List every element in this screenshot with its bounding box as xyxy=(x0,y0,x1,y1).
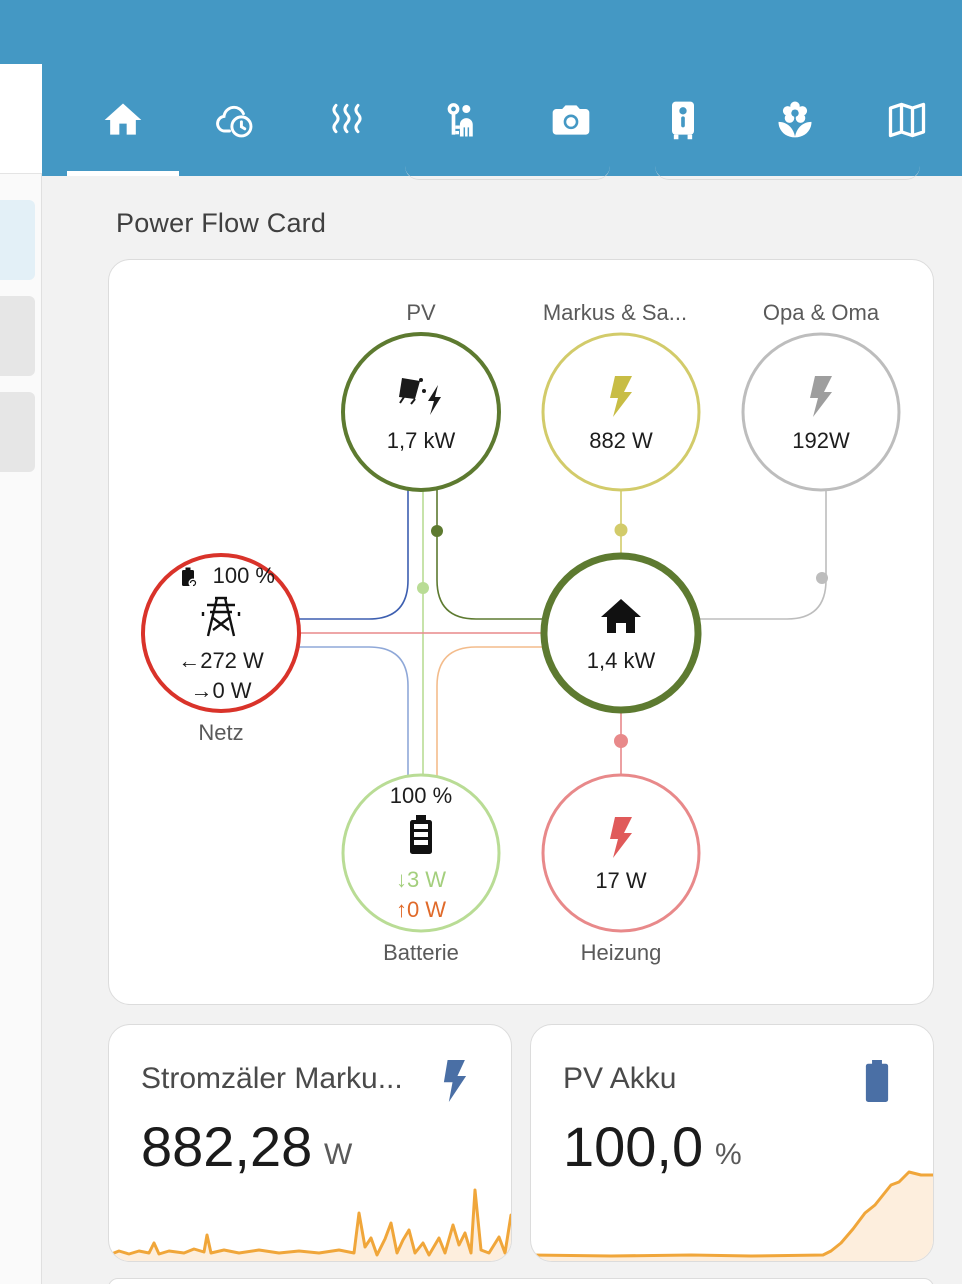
flow-line-battery-home xyxy=(436,646,543,776)
flow-line-home-individual2 xyxy=(699,491,827,620)
sensor-title: Stromzäler Marku... xyxy=(141,1062,403,1095)
grid-import: ←272 W xyxy=(141,648,301,674)
flash-icon xyxy=(443,1060,467,1102)
grid-import-value: 272 W xyxy=(200,648,264,673)
grid-export: →0 W xyxy=(141,678,301,704)
battery-out-value: 0 W xyxy=(406,897,447,922)
pv-node xyxy=(341,332,501,492)
grid-export-value: 0 W xyxy=(212,678,252,703)
individual2-value: 192W xyxy=(792,428,850,453)
battery-label: Batterie xyxy=(383,940,459,965)
battery-out: ↑0 W xyxy=(341,897,501,923)
home-value: 1,4 kW xyxy=(586,648,656,673)
sensor-unit: W xyxy=(324,1138,353,1171)
battery-in: ↓3 W xyxy=(341,867,501,893)
individual1-value: 882 W xyxy=(589,428,653,453)
flow-dot xyxy=(816,572,828,584)
pv-value: 1,7 kW xyxy=(386,428,456,453)
flow-dot xyxy=(614,734,628,748)
arrow-down-icon: ↓ xyxy=(395,867,407,892)
sensor-unit: % xyxy=(715,1138,742,1171)
individual2-node xyxy=(741,332,901,492)
flow-line-grid-battery xyxy=(299,646,409,776)
card-edge xyxy=(108,1278,934,1284)
sensor-value: 100,0 xyxy=(563,1115,704,1178)
individual1-node xyxy=(541,332,701,492)
heating-node xyxy=(541,773,701,933)
grid-soc: 100 % xyxy=(212,563,275,588)
pv-label: PV xyxy=(406,300,436,325)
battery-in-value: 3 W xyxy=(406,867,447,892)
battery-soc: 100 % xyxy=(389,783,453,808)
flow-dot xyxy=(417,582,429,594)
heating-label: Heizung xyxy=(580,940,662,965)
arrow-right-icon: → xyxy=(190,678,213,703)
arrow-up-icon: ↑ xyxy=(395,897,407,922)
sensor-value: 882,28 xyxy=(141,1115,313,1178)
battery-icon xyxy=(410,815,432,854)
heating-value: 17 W xyxy=(595,868,647,893)
sensor-title: PV Akku xyxy=(563,1062,677,1095)
home-node xyxy=(540,552,702,714)
flow-dot xyxy=(614,523,628,537)
arrow-left-icon: ← xyxy=(178,648,201,673)
flow-line-pv-grid xyxy=(299,489,409,620)
flow-line-pv-home xyxy=(436,489,543,620)
individual1-label: Markus & Sa... xyxy=(542,300,688,325)
grid-label: Netz xyxy=(198,720,244,745)
individual2-label: Opa & Oma xyxy=(762,300,880,325)
flow-dot xyxy=(431,525,443,537)
battery-icon xyxy=(865,1060,889,1102)
